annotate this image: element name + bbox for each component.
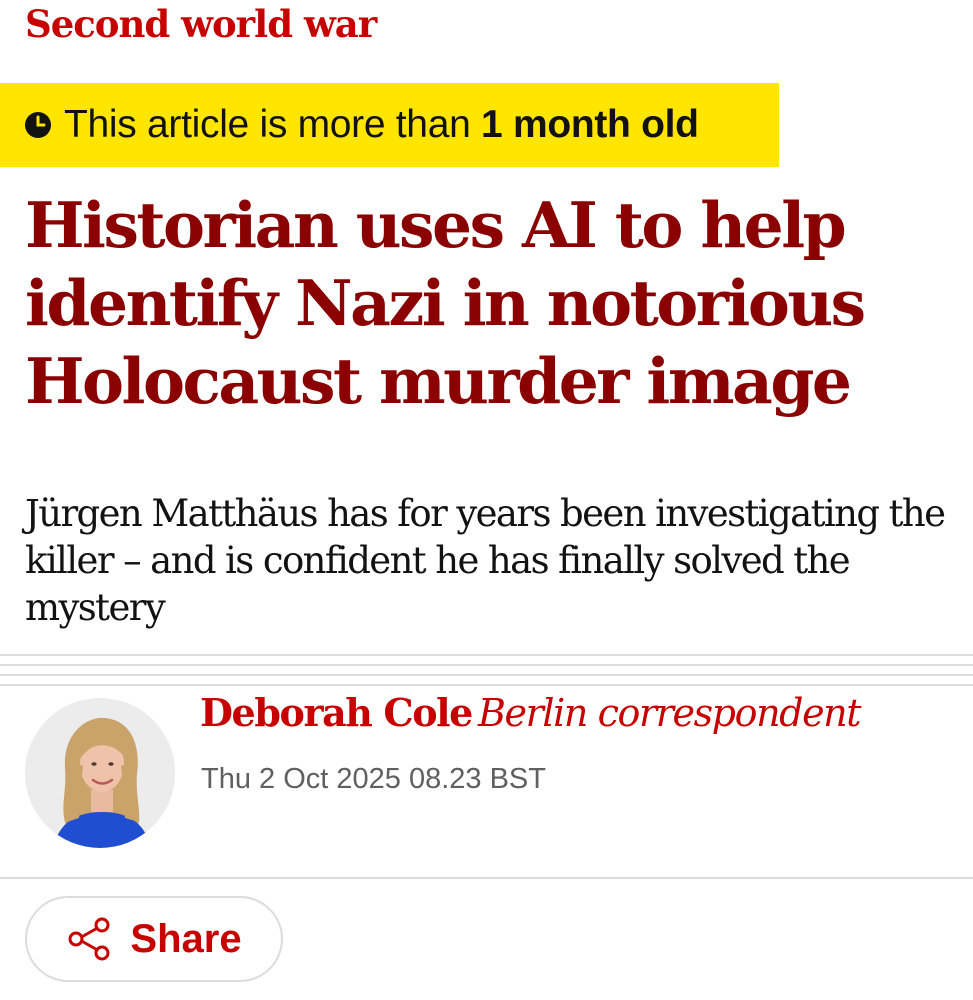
author-photo [25,698,175,848]
divider [0,654,973,656]
article-standfirst: Jürgen Matthäus has for years been inves… [25,492,946,629]
author-name[interactable]: Deborah Cole [200,690,473,735]
divider-lines [0,654,973,686]
publish-date[interactable]: Thu 2 Oct 2025 08.23 BST [201,763,546,796]
age-emphasis: 1 month old [481,103,699,146]
article-age-banner: This article is more than 1 month old [0,83,779,167]
clock-icon [24,111,52,139]
section-label[interactable]: Second world war [25,2,377,46]
age-prefix: This article is more than [64,103,482,146]
divider [0,684,973,686]
share-icon [66,916,112,962]
author-avatar[interactable] [25,698,175,848]
divider [0,664,973,666]
divider [0,674,973,676]
share-button[interactable]: Share [25,896,283,982]
divider [0,877,973,879]
share-label: Share [130,916,242,961]
byline: Deborah Cole Berlin correspondent [200,690,862,735]
age-text: This article is more than 1 month old [64,103,699,147]
article-headline: Historian uses AI to help identify Nazi … [25,188,866,418]
author-role: Berlin correspondent [477,691,862,735]
